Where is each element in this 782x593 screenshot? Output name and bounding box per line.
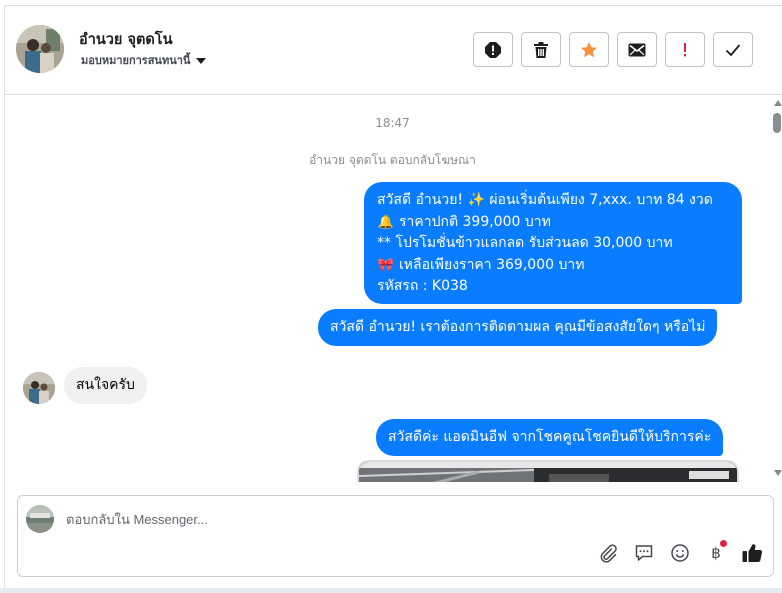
action-toolbar bbox=[473, 32, 753, 67]
scroll-down-arrow-icon[interactable] bbox=[774, 470, 782, 476]
message-line: ** โปรโมชั่นข้าวแลกลด รับส่วนลด 30,000 บ… bbox=[377, 235, 673, 251]
exclamation-icon bbox=[684, 42, 686, 56]
message-line: 🔔 ราคาปกติ 399,000 บาท bbox=[377, 212, 730, 234]
payment-button[interactable]: ฿ bbox=[704, 540, 728, 565]
star-icon bbox=[581, 41, 597, 57]
image-attachment[interactable] bbox=[357, 460, 739, 482]
page-footer-strip bbox=[0, 588, 782, 593]
page-avatar bbox=[26, 505, 54, 533]
outgoing-message[interactable]: สวัสดี อำนวย! เราต้องการติดตามผล คุณมีข้… bbox=[318, 309, 718, 346]
outgoing-message[interactable]: สวัสดี อำนวย! ✨ ผ่อนเริ่มต้นเพียง 7,xxx.… bbox=[364, 182, 742, 304]
saved-reply-button[interactable] bbox=[632, 541, 656, 565]
outgoing-message[interactable]: สวัสดีค่ะ แอดมินอีฟ จากโชคคูณโชคยินดีให้… bbox=[376, 419, 724, 456]
chevron-down-icon bbox=[196, 57, 207, 64]
bell-icon: 🔔 bbox=[377, 214, 395, 230]
reply-composer: ฿ bbox=[17, 495, 774, 577]
payment-baht-icon: ฿ bbox=[711, 544, 721, 562]
emoji-icon bbox=[671, 544, 689, 562]
scrollbar-thumb[interactable] bbox=[773, 113, 781, 133]
message-line: 🎀 เหลือเพียงราคา 369,000 บาท bbox=[377, 255, 730, 277]
mark-unread-button[interactable] bbox=[617, 32, 657, 67]
saved-reply-icon bbox=[635, 545, 653, 561]
assign-conversation-dropdown[interactable]: มอบหมายการสนทนานี้ bbox=[81, 51, 207, 69]
contact-avatar-small[interactable] bbox=[23, 372, 55, 404]
message-line: รหัสรถ : K038 bbox=[377, 278, 468, 294]
exclamation-circle-icon bbox=[485, 41, 501, 58]
attach-button[interactable] bbox=[596, 541, 620, 565]
message-thread[interactable]: 18:47 อำนวย จุตดโน ตอบกลับโฆษณา สวัสดี อ… bbox=[5, 96, 771, 482]
contact-avatar[interactable] bbox=[16, 25, 64, 73]
incoming-message[interactable]: สนใจครับ bbox=[64, 367, 147, 404]
message-timestamp: 18:47 bbox=[375, 116, 410, 130]
emoji-button[interactable] bbox=[668, 541, 692, 565]
like-button[interactable] bbox=[740, 541, 764, 565]
contact-name[interactable]: อำนวย จุตดโน bbox=[79, 28, 172, 51]
ribbon-icon: 🎀 bbox=[377, 257, 395, 273]
like-icon bbox=[742, 544, 763, 563]
message-line: สวัสดี อำนวย! ✨ ผ่อนเริ่มต้นเพียง 7,xxx.… bbox=[377, 192, 713, 208]
spam-button[interactable] bbox=[473, 32, 513, 67]
mark-done-button[interactable] bbox=[713, 32, 753, 67]
assign-label: มอบหมายการสนทนานี้ bbox=[81, 54, 191, 67]
conversation-panel: อำนวย จุตดโน มอบหมายการสนทนานี้ 18:47 อำ… bbox=[4, 5, 782, 588]
star-button[interactable] bbox=[569, 32, 609, 67]
paperclip-icon bbox=[600, 544, 617, 563]
system-note: อำนวย จุตดโน ตอบกลับโฆษณา bbox=[309, 153, 476, 167]
delete-button[interactable] bbox=[521, 32, 561, 67]
composer-toolbar: ฿ bbox=[596, 540, 764, 565]
reply-input[interactable] bbox=[66, 508, 746, 530]
checkmark-icon bbox=[725, 43, 741, 56]
thread-scrollbar[interactable] bbox=[771, 96, 782, 482]
trash-icon bbox=[534, 41, 548, 58]
envelope-icon bbox=[628, 43, 646, 56]
conversation-header: อำนวย จุตดโน มอบหมายการสนทนานี้ bbox=[5, 6, 782, 95]
scroll-up-arrow-icon[interactable] bbox=[774, 100, 782, 106]
notification-dot bbox=[720, 540, 727, 547]
important-button[interactable] bbox=[665, 32, 705, 67]
